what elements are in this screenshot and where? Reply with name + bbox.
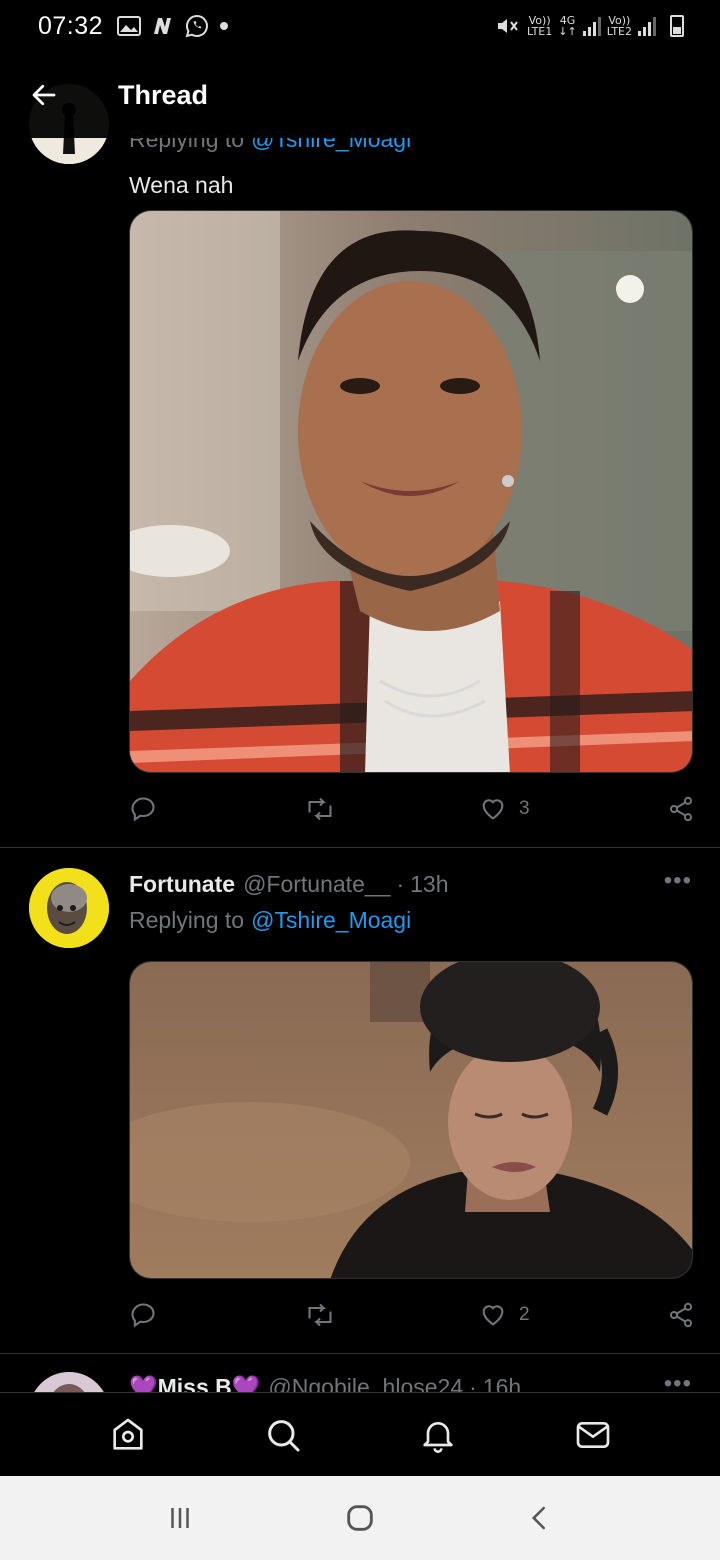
nav-home[interactable] — [98, 1405, 158, 1465]
like-button[interactable]: 2 — [479, 1301, 659, 1329]
tweet-text: Wena nah — [129, 172, 234, 198]
battery-icon — [670, 15, 684, 37]
nav-notifications[interactable] — [408, 1405, 468, 1465]
crying-woman-photo — [130, 962, 692, 1278]
share-button[interactable] — [667, 795, 695, 823]
bottom-navigation — [0, 1392, 720, 1476]
dot-icon — [220, 22, 229, 30]
smiling-man-photo — [130, 211, 692, 772]
nav-search[interactable] — [253, 1405, 313, 1465]
reply-icon — [131, 797, 155, 822]
display-name[interactable]: 💜Miss B💜 — [129, 1374, 260, 1393]
back-button[interactable] — [14, 65, 74, 125]
sim2-label: Vo)) LTE2 — [606, 14, 632, 38]
tweet-header: Fortunate @Fortunate__ · 13h ••• — [129, 867, 692, 901]
thread-header: Thread — [0, 52, 720, 138]
more-options-button[interactable]: ••• — [664, 1370, 692, 1392]
avatar-image — [29, 868, 109, 948]
timestamp[interactable]: 13h — [410, 871, 448, 898]
gallery-icon — [117, 16, 142, 36]
system-navigation — [0, 1476, 720, 1560]
share-icon — [669, 1302, 693, 1328]
mute-icon — [497, 19, 518, 33]
tweet-actions: 3 — [129, 789, 695, 829]
separator: · — [469, 1373, 477, 1393]
timestamp[interactable]: 16h — [483, 1374, 521, 1393]
home-system-button[interactable] — [325, 1483, 395, 1553]
display-name[interactable]: Fortunate — [129, 871, 235, 898]
like-count: 2 — [519, 1304, 530, 1325]
home-circle-icon — [347, 1505, 373, 1531]
back-arrow-icon — [32, 84, 56, 106]
thread-feed[interactable]: Replying to @Tshire_Moagi Wena nah 3 For… — [0, 0, 720, 1392]
back-system-button[interactable] — [505, 1483, 575, 1553]
status-time: 07:32 — [38, 11, 104, 40]
share-button[interactable] — [667, 1301, 695, 1329]
retweet-icon — [308, 1303, 332, 1327]
back-chevron-icon — [531, 1506, 545, 1530]
separator: · — [396, 870, 405, 897]
avatar[interactable] — [29, 1372, 109, 1392]
user-handle[interactable]: @Ngobile_hlose24 — [268, 1374, 463, 1393]
replying-to: Replying to @Tshire_Moagi — [129, 901, 692, 939]
tweet-header: 💜Miss B💜 @Ngobile_hlose24 · 16h ••• — [129, 1370, 692, 1392]
recents-icon — [171, 1508, 189, 1528]
retweet-icon — [308, 797, 332, 821]
n-notification-icon — [154, 18, 172, 34]
page-title: Thread — [118, 79, 209, 110]
reply-icon — [131, 1303, 155, 1328]
signal-bars-1-icon — [582, 16, 601, 36]
tweet-divider — [0, 847, 720, 848]
tweet-actions: 2 — [129, 1295, 695, 1335]
more-options-button[interactable]: ••• — [664, 867, 692, 895]
tweet-media-image[interactable] — [129, 210, 693, 773]
replying-to-label: Replying to — [129, 906, 245, 933]
recents-button[interactable] — [145, 1483, 215, 1553]
avatar-image — [29, 1372, 109, 1392]
search-icon — [267, 1419, 299, 1451]
heart-icon — [482, 1305, 504, 1326]
retweet-button[interactable] — [304, 1301, 479, 1329]
share-icon — [669, 796, 693, 822]
home-icon — [112, 1418, 143, 1450]
notifications-icon — [422, 1421, 453, 1453]
reply-button[interactable] — [129, 1301, 304, 1329]
notification-icons — [117, 14, 229, 38]
reply-button[interactable] — [129, 795, 304, 823]
signal-bars-2-icon — [638, 16, 656, 36]
status-bar: 07:32 Vo)) LTE1 4G ↓↑ Vo)) LTE2 — [0, 0, 720, 52]
nav-messages[interactable] — [563, 1405, 623, 1465]
retweet-button[interactable] — [304, 795, 479, 823]
system-indicators: Vo)) LTE1 4G ↓↑ Vo)) LTE2 — [495, 14, 684, 38]
tweet-divider — [0, 1353, 720, 1354]
whatsapp-icon — [185, 14, 208, 38]
like-count: 3 — [519, 798, 530, 819]
sim1-label: Vo)) LTE1 — [526, 14, 553, 38]
heart-icon — [482, 799, 504, 820]
reply-handle-link[interactable]: @Tshire_Moagi — [251, 907, 411, 934]
network-label: 4G ↓↑ — [558, 14, 577, 38]
avatar[interactable] — [29, 868, 109, 948]
messages-icon — [576, 1421, 609, 1448]
user-handle[interactable]: @Fortunate__ — [243, 871, 390, 898]
tweet-media-image[interactable] — [129, 961, 693, 1279]
like-button[interactable]: 3 — [479, 795, 659, 823]
